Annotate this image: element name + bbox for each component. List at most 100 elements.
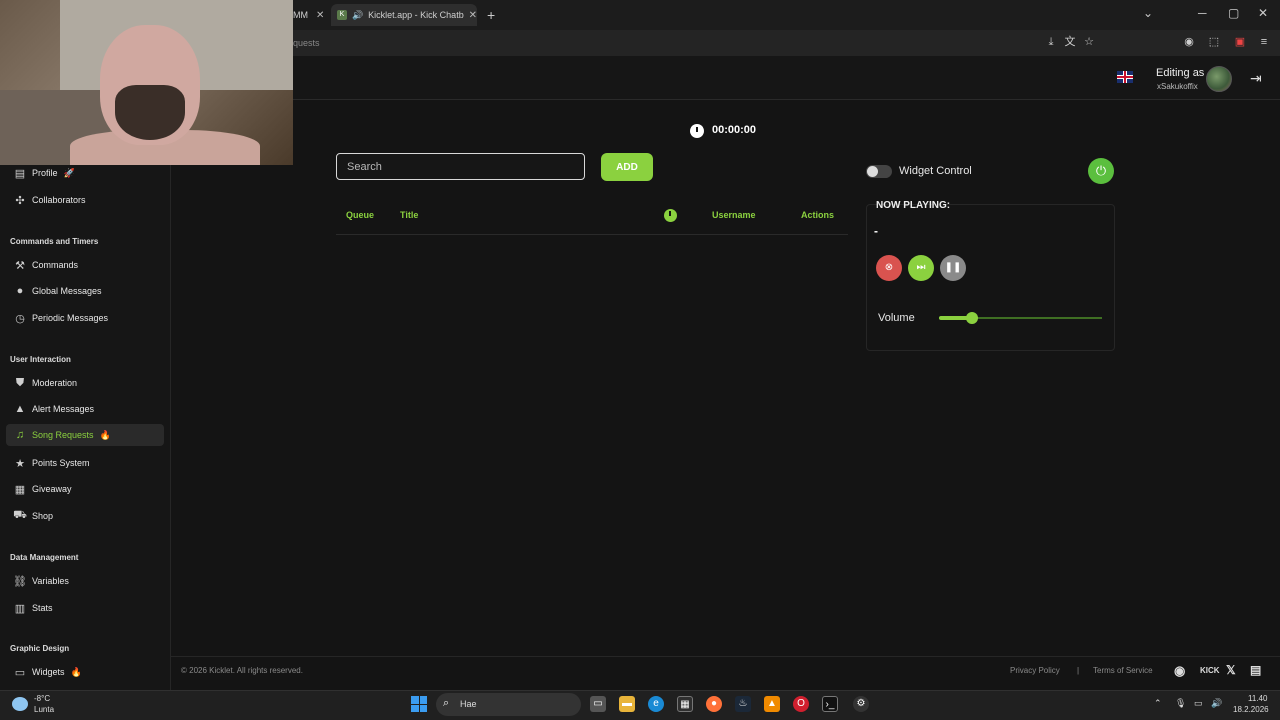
weather-description[interactable]: Lunta: [34, 705, 54, 714]
edge-icon[interactable]: e: [648, 696, 664, 712]
privacy-policy-link[interactable]: Privacy Policy: [1010, 666, 1060, 675]
sidebar-item-alert-messages[interactable]: ▲ Alert Messages: [6, 398, 164, 420]
new-tab-button[interactable]: +: [487, 7, 495, 23]
webcam-overlay: [0, 0, 293, 165]
section-title-user-interaction: User Interaction: [10, 355, 71, 364]
terminal-icon[interactable]: ›_: [822, 696, 838, 712]
settings-app-icon[interactable]: ⚙: [853, 696, 869, 712]
bookmark-star-icon[interactable]: ☆: [1082, 35, 1096, 49]
kick-icon[interactable]: KICK: [1200, 666, 1220, 675]
terms-of-service-link[interactable]: Terms of Service: [1093, 666, 1153, 675]
extension-badge-icon[interactable]: ▣: [1233, 35, 1247, 49]
sidebar-item-points-system[interactable]: ★ Points System: [6, 452, 164, 474]
sidebar-item-widgets[interactable]: ▭ Widgets 🔥: [6, 661, 164, 683]
taskbar-search-box[interactable]: [436, 693, 581, 716]
skip-button[interactable]: ⏭: [908, 255, 934, 281]
language-flag-icon[interactable]: [1117, 71, 1133, 83]
menu-icon[interactable]: ≡: [1257, 35, 1271, 49]
browser-tab-active[interactable]: K 🔊 Kicklet.app - Kick Chatbot ✕: [331, 4, 477, 26]
logout-icon[interactable]: ⇥: [1250, 70, 1266, 86]
steam-icon[interactable]: ♨: [735, 696, 751, 712]
pause-button[interactable]: ❚❚: [940, 255, 966, 281]
widget-control-label: Widget Control: [899, 165, 972, 177]
tray-chevron-icon[interactable]: ⌃: [1154, 698, 1162, 709]
sidebar-item-song-requests[interactable]: ♫ Song Requests 🔥: [6, 424, 164, 446]
sidebar-item-variables[interactable]: ⛓ Variables: [6, 570, 164, 592]
speaker-icon[interactable]: 🔊: [352, 10, 363, 21]
column-header-username[interactable]: Username: [712, 210, 756, 220]
account-icon[interactable]: ◉: [1182, 35, 1196, 49]
sidebar-item-label: Profile: [32, 168, 58, 178]
column-header-title[interactable]: Title: [400, 210, 418, 220]
chat-icon: ●: [16, 285, 24, 297]
sidebar-item-label: Collaborators: [32, 195, 86, 205]
sidebar-item-shop[interactable]: ⛟ Shop: [6, 505, 164, 527]
microphone-icon[interactable]: 🎙: [1175, 698, 1186, 709]
now-playing-label: NOW PLAYING:: [876, 200, 951, 211]
taskbar-clock-date[interactable]: 18.2.2026: [1233, 705, 1269, 714]
sidebar-item-moderation[interactable]: ⛊ Moderation: [6, 372, 164, 394]
sidebar-item-label: Stats: [32, 603, 53, 613]
network-icon[interactable]: ▭: [1194, 698, 1203, 709]
minimize-button[interactable]: ─: [1198, 6, 1207, 20]
stop-button[interactable]: ⊗: [876, 255, 902, 281]
translate-icon[interactable]: 文: [1063, 35, 1077, 49]
editing-username: xSakukoffix: [1157, 82, 1198, 91]
sidebar-item-label: Commands: [32, 260, 79, 270]
star-icon: ★: [15, 457, 25, 470]
sidebar-item-label: Alert Messages: [32, 404, 95, 414]
section-title-graphic-design: Graphic Design: [10, 644, 70, 653]
column-header-queue[interactable]: Queue: [346, 210, 374, 220]
tab-close-icon[interactable]: ✕: [316, 10, 324, 21]
tab-list-chevron-icon[interactable]: ⌄: [1143, 6, 1153, 20]
discord-icon[interactable]: ◉: [1174, 663, 1185, 679]
maximize-button[interactable]: ▢: [1228, 6, 1239, 20]
file-explorer-icon[interactable]: ▬: [619, 696, 635, 712]
cart-icon: ⛟: [13, 509, 27, 521]
avatar[interactable]: [1206, 66, 1232, 92]
sidebar-item-label: Shop: [32, 511, 54, 521]
store-icon[interactable]: ▦: [677, 696, 693, 712]
windows-start-icon[interactable]: [411, 696, 427, 712]
queue-timer: 00:00:00: [712, 124, 757, 136]
sidebar-item-label: Points System: [32, 458, 90, 468]
copyright-text: © 2026 Kicklet. All rights reserved.: [181, 666, 303, 675]
address-bar[interactable]: quests: [293, 38, 320, 48]
extensions-icon[interactable]: ⬚: [1207, 35, 1221, 49]
sidebar-item-global-messages[interactable]: ● Global Messages: [6, 280, 164, 302]
firefox-icon[interactable]: ●: [706, 696, 722, 712]
sidebar-item-profile[interactable]: ▤ Profile 🚀: [6, 162, 164, 184]
browser-tab-previous[interactable]: MM ✕: [293, 4, 329, 26]
sidebar-item-collaborators[interactable]: ✣ Collaborators: [6, 189, 164, 211]
opera-icon[interactable]: O: [793, 696, 809, 712]
weather-temperature[interactable]: -8°C: [34, 694, 50, 703]
sidebar-item-giveaway[interactable]: ▦ Giveaway: [6, 478, 164, 500]
footer-divider: [171, 656, 1280, 657]
taskbar-clock-time[interactable]: 11.40: [1248, 694, 1267, 703]
volume-slider-thumb[interactable]: [966, 312, 978, 324]
fire-icon: 🔥: [99, 429, 111, 440]
weather-snow-icon[interactable]: [12, 697, 28, 711]
shield-icon: ⛊: [15, 376, 25, 389]
sidebar-item-periodic-messages[interactable]: ◷ Periodic Messages: [6, 307, 164, 329]
close-circle-icon: ⊗: [884, 262, 894, 273]
document-icon[interactable]: ▤: [1250, 663, 1261, 677]
x-twitter-icon[interactable]: 𝕏: [1226, 663, 1236, 677]
add-button[interactable]: ADD: [601, 153, 653, 181]
pause-icon: ❚❚: [944, 262, 962, 273]
close-window-button[interactable]: ✕: [1258, 6, 1268, 20]
volume-icon[interactable]: 🔊: [1211, 698, 1222, 709]
bar-chart-icon: ▥: [14, 602, 26, 615]
power-button[interactable]: ⏻: [1088, 158, 1114, 184]
duration-clock-icon[interactable]: [664, 209, 677, 222]
vlc-icon[interactable]: ▲: [764, 696, 780, 712]
sidebar-item-commands[interactable]: ⚒ Commands: [6, 254, 164, 276]
widget-control-toggle[interactable]: [866, 165, 892, 178]
search-input[interactable]: [336, 153, 585, 180]
tab-close-icon[interactable]: ✕: [469, 10, 477, 21]
skip-next-icon: ⏭: [916, 262, 926, 273]
sidebar-item-stats[interactable]: ▥ Stats: [6, 597, 164, 619]
sidebar-item-label: Song Requests: [32, 430, 94, 440]
task-view-icon[interactable]: ▭: [590, 696, 606, 712]
install-app-icon[interactable]: ⤓: [1044, 35, 1058, 49]
